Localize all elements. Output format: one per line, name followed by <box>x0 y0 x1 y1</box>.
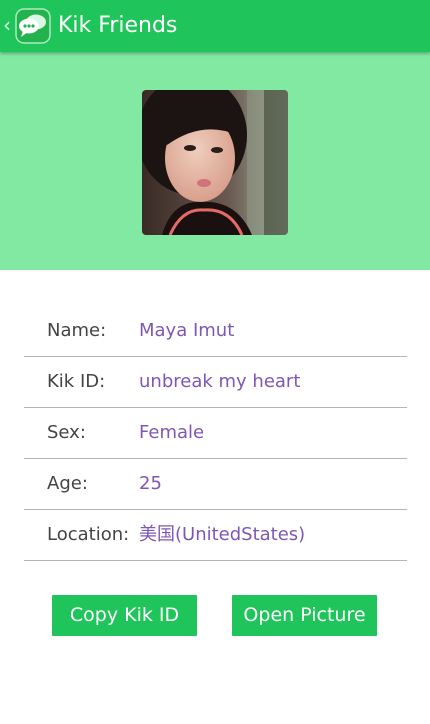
kik-chat-bubble-icon[interactable] <box>15 8 51 44</box>
sex-label: Sex: <box>47 422 86 443</box>
age-value: 25 <box>139 473 162 494</box>
location-label: Location: <box>47 524 130 545</box>
open-picture-button[interactable]: Open Picture <box>232 595 377 636</box>
app-title: Kik Friends <box>58 13 178 38</box>
detail-row-sex: Sex: Female <box>24 408 407 459</box>
action-bar: ‹ Kik Friends <box>0 0 430 52</box>
name-label: Name: <box>47 320 107 341</box>
location-value: 美国(UnitedStates) <box>139 524 306 545</box>
detail-row-location: Location: 美国(UnitedStates) <box>24 510 407 561</box>
kik-id-label: Kik ID: <box>47 371 106 392</box>
back-caret-icon[interactable]: ‹ <box>3 13 11 37</box>
detail-row-kik-id: Kik ID: unbreak my heart <box>24 357 407 408</box>
profile-photo[interactable] <box>142 90 288 235</box>
profile-details: Name: Maya Imut Kik ID: unbreak my heart… <box>24 306 407 561</box>
kik-id-value: unbreak my heart <box>139 371 301 392</box>
age-label: Age: <box>47 473 88 494</box>
profile-header <box>0 52 430 270</box>
name-value: Maya Imut <box>139 320 235 341</box>
copy-kik-id-button[interactable]: Copy Kik ID <box>52 595 197 636</box>
sex-value: Female <box>139 422 205 443</box>
detail-row-name: Name: Maya Imut <box>24 306 407 357</box>
detail-row-age: Age: 25 <box>24 459 407 510</box>
